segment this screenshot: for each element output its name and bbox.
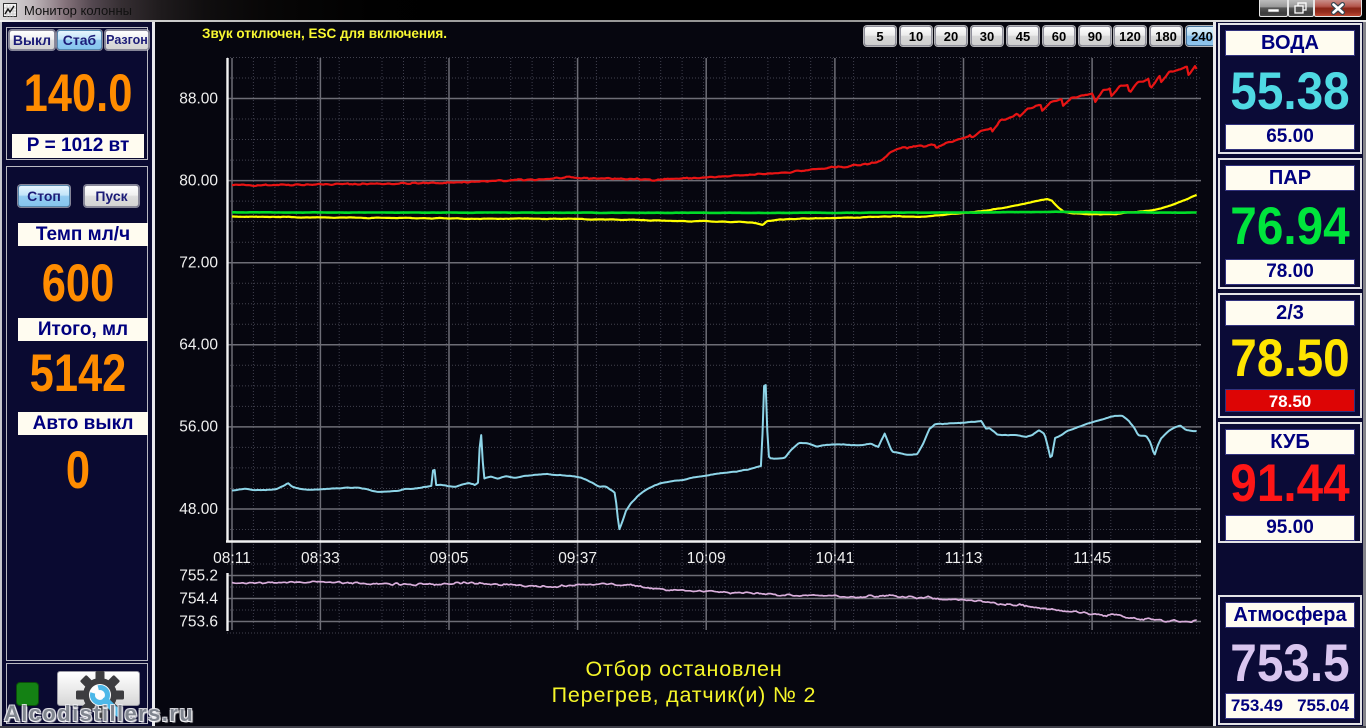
svg-text:755.2: 755.2 <box>179 568 218 585</box>
svg-text:08:11: 08:11 <box>213 550 251 567</box>
svg-text:48.00: 48.00 <box>179 501 218 518</box>
svg-text:80.00: 80.00 <box>179 173 218 190</box>
svg-text:Отбор остановлен: Отбор остановлен <box>586 657 783 681</box>
svg-text:11:13: 11:13 <box>945 550 983 567</box>
svg-text:753.6: 753.6 <box>179 614 218 631</box>
svg-text:64.00: 64.00 <box>179 337 218 354</box>
svg-text:Звук отключен, ESC для включен: Звук отключен, ESC для включения. <box>202 26 447 41</box>
svg-text:56.00: 56.00 <box>179 419 218 436</box>
svg-text:10:41: 10:41 <box>816 550 855 567</box>
svg-text:72.00: 72.00 <box>179 255 218 272</box>
svg-text:09:37: 09:37 <box>558 550 597 567</box>
svg-text:11:45: 11:45 <box>1073 550 1111 567</box>
svg-text:754.4: 754.4 <box>179 591 218 608</box>
svg-text:09:05: 09:05 <box>430 550 469 567</box>
svg-text:08:33: 08:33 <box>301 550 340 567</box>
svg-text:Перегрев, датчик(и) № 2: Перегрев, датчик(и) № 2 <box>552 683 817 707</box>
svg-text:88.00: 88.00 <box>179 91 218 108</box>
svg-text:10:09: 10:09 <box>687 550 726 567</box>
